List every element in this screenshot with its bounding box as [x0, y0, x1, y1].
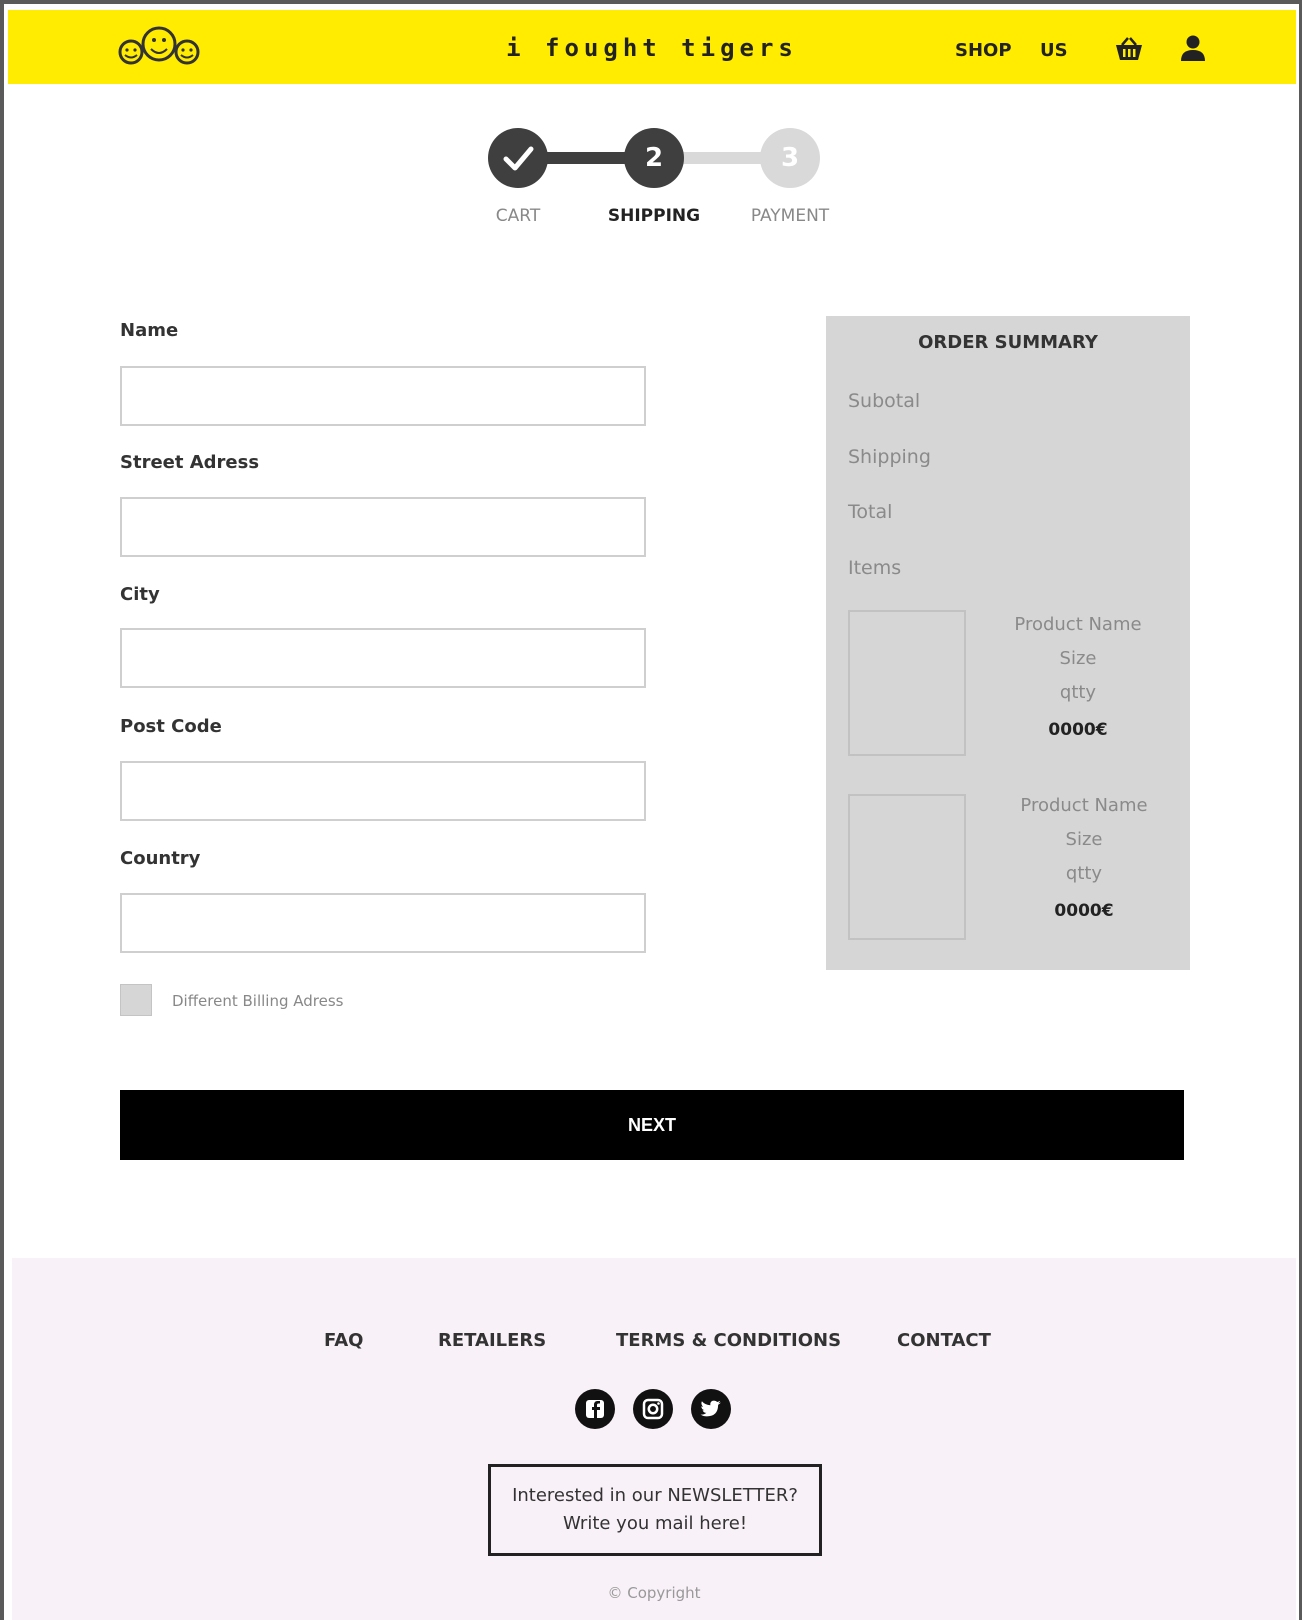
summary-subtotal: Subotal	[848, 390, 921, 412]
product-qty: qtty	[1059, 682, 1097, 703]
checkout-stepper: 2 3 CART SHIPPING PAYMENT	[480, 118, 840, 238]
billing-checkbox[interactable]	[120, 984, 152, 1016]
city-label: City	[120, 584, 160, 605]
street-field[interactable]	[120, 497, 646, 557]
footer-link-contact[interactable]: CONTACT	[897, 1330, 991, 1351]
summary-title: ORDER SUMMARY	[918, 332, 1098, 353]
nav-shop[interactable]: SHOP	[955, 40, 1012, 61]
product-image[interactable]	[848, 794, 966, 940]
name-label: Name	[120, 320, 179, 341]
step-cart[interactable]	[488, 128, 548, 188]
country-field[interactable]	[120, 893, 646, 953]
brand-title: i fought tigers	[506, 34, 798, 62]
step-payment[interactable]: 3	[760, 128, 820, 188]
user-icon[interactable]	[1180, 34, 1206, 62]
site-footer: FAQ RETAILERS TERMS & CONDITIONS CONTACT…	[12, 1258, 1296, 1620]
site-header: i fought tigers SHOP US	[8, 10, 1296, 84]
nav-us[interactable]: US	[1040, 40, 1068, 61]
step-label-shipping: SHIPPING	[607, 206, 701, 226]
product-size: Size	[1065, 829, 1103, 850]
product-price: 0000€	[1054, 901, 1114, 921]
product-name: Product Name	[1020, 795, 1148, 816]
newsletter-line-1: Interested in our NEWSLETTER?	[512, 1485, 798, 1506]
product-price: 0000€	[1048, 720, 1108, 740]
order-summary: ORDER SUMMARY Subotal Shipping Total Ite…	[826, 316, 1190, 970]
step-label-cart: CART	[495, 206, 541, 226]
footer-link-faq[interactable]: FAQ	[324, 1330, 363, 1351]
twitter-icon[interactable]	[690, 1388, 732, 1430]
footer-link-retailers[interactable]: RETAILERS	[438, 1330, 546, 1351]
product-qty: qtty	[1065, 863, 1103, 884]
summary-items: Items	[848, 557, 902, 579]
product-size: Size	[1059, 648, 1097, 669]
copyright: © Copyright	[607, 1584, 701, 1602]
postcode-field[interactable]	[120, 761, 646, 821]
product-name: Product Name	[1014, 614, 1142, 635]
basket-icon[interactable]	[1114, 36, 1144, 62]
newsletter-box[interactable]: Interested in our NEWSLETTER? Write you …	[488, 1464, 822, 1556]
product-info: Product Name Size qtty 0000€	[984, 789, 1184, 925]
check-icon	[503, 146, 534, 171]
next-button[interactable]: NEXT	[120, 1090, 1184, 1160]
postcode-label: Post Code	[120, 716, 222, 737]
street-label: Street Adress	[120, 452, 260, 473]
step-shipping[interactable]: 2	[624, 128, 684, 188]
summary-total: Total	[848, 501, 893, 523]
product-info: Product Name Size qtty 0000€	[978, 608, 1178, 744]
city-field[interactable]	[120, 628, 646, 688]
facebook-icon[interactable]	[574, 1388, 616, 1430]
country-label: Country	[120, 848, 201, 869]
summary-shipping: Shipping	[848, 446, 931, 468]
billing-checkbox-label: Different Billing Adress	[172, 992, 344, 1010]
footer-link-terms[interactable]: TERMS & CONDITIONS	[616, 1330, 841, 1351]
instagram-icon[interactable]	[632, 1388, 674, 1430]
newsletter-line-2: Write you mail here!	[562, 1513, 748, 1534]
product-image[interactable]	[848, 610, 966, 756]
name-field[interactable]	[120, 366, 646, 426]
step-label-payment: PAYMENT	[750, 206, 830, 226]
